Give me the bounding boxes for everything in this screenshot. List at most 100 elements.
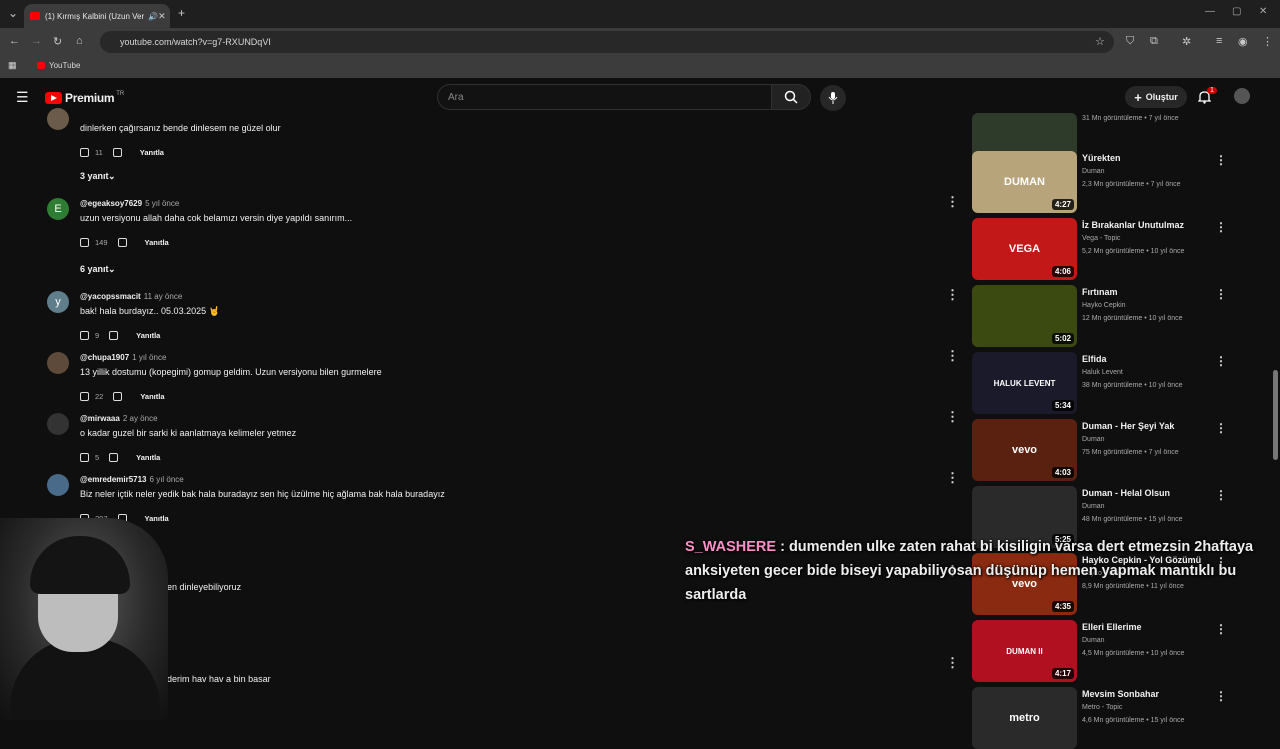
bookmark-star-icon[interactable]: ☆	[1095, 35, 1105, 48]
search-button[interactable]	[771, 84, 811, 110]
like-icon[interactable]	[80, 392, 89, 401]
youtube-logo[interactable]: Premium TR	[45, 91, 124, 105]
reply-button[interactable]: Yanıtla	[136, 453, 160, 462]
comment-avatar[interactable]	[47, 474, 69, 496]
video-thumbnail[interactable]: DUMAN 4:27	[972, 151, 1077, 213]
tab-close-icon[interactable]: ✕	[158, 11, 166, 22]
video-menu-icon[interactable]: ⋮	[1215, 220, 1227, 234]
channel-name[interactable]: Vega - Topic	[1082, 235, 1120, 242]
recommended-video[interactable]: DUMAN II 4:17 Elleri Ellerime Duman 4,5 Mn g…	[972, 620, 1272, 682]
recommended-video[interactable]: HALUK LEVENT 5:34 Elfida Haluk Levent 38 Mn …	[972, 352, 1272, 414]
comment-menu-icon[interactable]: ⋮	[946, 409, 959, 425]
video-thumbnail[interactable]: HALUK LEVENT 5:34	[972, 352, 1077, 414]
video-title[interactable]: Fırtınam	[1082, 287, 1118, 297]
comment-author[interactable]: @chupa1907	[80, 353, 129, 362]
bug-icon[interactable]: ✲	[1182, 35, 1191, 48]
forward-icon[interactable]: →	[31, 35, 42, 47]
video-title[interactable]: Duman - Her Şeyi Yak	[1082, 421, 1174, 431]
minimize-icon[interactable]: —	[1205, 6, 1215, 17]
video-title[interactable]: Elfida	[1082, 354, 1107, 364]
like-icon[interactable]	[80, 238, 89, 247]
video-menu-icon[interactable]: ⋮	[1215, 153, 1227, 167]
comment-time[interactable]: 6 yıl önce	[150, 475, 184, 484]
channel-name[interactable]: Duman	[1082, 637, 1105, 644]
comment-menu-icon[interactable]: ⋮	[946, 287, 959, 303]
audio-icon[interactable]: 🔊	[148, 12, 158, 21]
comment-menu-icon[interactable]: ⋮	[946, 470, 959, 486]
dislike-icon[interactable]	[109, 453, 119, 462]
reply-button[interactable]: Yanıtla	[145, 238, 169, 247]
video-menu-icon[interactable]: ⋮	[1215, 421, 1227, 435]
reply-button[interactable]: Yanıtla	[136, 331, 160, 340]
like-icon[interactable]	[80, 331, 89, 340]
like-icon[interactable]	[80, 453, 89, 462]
search-input[interactable]: Ara	[437, 84, 772, 110]
video-menu-icon[interactable]: ⋮	[1215, 488, 1227, 502]
chevron-down-icon[interactable]: ⌄	[108, 171, 116, 182]
video-menu-icon[interactable]: ⋮	[1215, 287, 1227, 301]
video-title[interactable]: İz Bırakanlar Unutulmaz	[1082, 220, 1184, 230]
channel-name[interactable]: Metro - Topic	[1082, 704, 1122, 711]
new-tab-icon[interactable]: +	[178, 6, 185, 20]
video-thumbnail[interactable]: metro	[972, 687, 1077, 749]
video-title[interactable]: Yürekten	[1082, 153, 1121, 163]
account-avatar[interactable]	[1234, 88, 1250, 104]
comment-author[interactable]: @yacopssmacit	[80, 292, 141, 301]
comment-time[interactable]: 1 yıl önce	[132, 353, 166, 362]
maximize-icon[interactable]: ▢	[1232, 6, 1241, 17]
address-bar[interactable]: youtube.com/watch?v=g7-RXUNDqVI	[100, 31, 1114, 53]
video-menu-icon[interactable]: ⋮	[1215, 354, 1227, 368]
like-icon[interactable]	[80, 148, 89, 157]
reply-button[interactable]: Yanıtla	[145, 514, 169, 523]
voice-search-button[interactable]	[820, 85, 846, 111]
channel-name[interactable]: Hayko Cepkin	[1082, 302, 1126, 309]
comment-avatar[interactable]	[47, 352, 69, 374]
video-title[interactable]: Elleri Ellerime	[1082, 622, 1142, 632]
profile-icon[interactable]: ◉	[1238, 35, 1248, 48]
media-icon[interactable]: ≡	[1216, 35, 1222, 47]
comment-avatar[interactable]	[47, 413, 69, 435]
recommended-video[interactable]: DUMAN 4:27 Yürekten Duman 2,3 Mn görüntüleme…	[972, 151, 1272, 213]
comment-author[interactable]: @mirwaaa	[80, 414, 120, 423]
comment-time[interactable]: 2 ay önce	[123, 414, 158, 423]
hamburger-menu-icon[interactable]: ☰	[16, 89, 29, 106]
recommended-video[interactable]: vevo 4:03 Duman - Her Şeyi Yak Duman 75 Mn g…	[972, 419, 1272, 481]
shield-icon[interactable]: ⛉	[1126, 35, 1134, 48]
bookmark-youtube[interactable]: YouTube	[37, 61, 80, 70]
comment-time[interactable]: 5 yıl önce	[145, 199, 179, 208]
browser-tab[interactable]: (1) Kırmış Kalbini (Uzun Ver 🔊 ✕	[24, 4, 170, 28]
recommended-video[interactable]: VEGA 4:06 İz Bırakanlar Unutulmaz Vega - To…	[972, 218, 1272, 280]
comment-avatar[interactable]: y	[47, 291, 69, 313]
channel-name[interactable]: Haluk Levent	[1082, 369, 1123, 376]
dislike-icon[interactable]	[109, 331, 119, 340]
replies-toggle[interactable]: 6 yanıt	[80, 264, 109, 274]
recommended-video[interactable]: metro Mevsim Sonbahar Metro - Topic 4,6 Mn …	[972, 687, 1272, 749]
reload-icon[interactable]: ↻	[53, 35, 62, 48]
window-close-icon[interactable]: ✕	[1259, 6, 1267, 17]
replies-toggle[interactable]: 3 yanıt	[80, 171, 109, 181]
page-scrollbar[interactable]	[1273, 370, 1278, 460]
dislike-icon[interactable]	[113, 392, 123, 401]
create-button[interactable]: + Oluştur	[1125, 86, 1187, 108]
channel-name[interactable]: Duman	[1082, 503, 1105, 510]
comment-author[interactable]: @emredemir5713	[80, 475, 147, 484]
chevron-down-icon[interactable]: ⌄	[108, 264, 116, 275]
comment-menu-icon[interactable]: ⋮	[946, 194, 959, 210]
back-icon[interactable]: ←	[9, 35, 20, 47]
menu-dots-icon[interactable]: ⋮	[1262, 35, 1273, 48]
home-icon[interactable]: ⌂	[76, 35, 83, 47]
dislike-icon[interactable]	[112, 148, 122, 157]
comment-author[interactable]: @egeaksoy7629	[80, 199, 142, 208]
video-title[interactable]: Duman - Helal Olsun	[1082, 488, 1170, 498]
channel-name[interactable]: Duman	[1082, 168, 1105, 175]
dislike-icon[interactable]	[117, 238, 127, 247]
channel-name[interactable]: Duman	[1082, 436, 1105, 443]
video-thumbnail[interactable]: DUMAN II 4:17	[972, 620, 1077, 682]
comment-menu-icon[interactable]: ⋮	[946, 655, 959, 671]
reply-button[interactable]: Yanıtla	[140, 148, 164, 157]
video-thumbnail[interactable]: 5:02	[972, 285, 1077, 347]
tab-search-icon[interactable]: ⌄	[8, 6, 18, 20]
recommended-video[interactable]: 5:02 Fırtınam Hayko Cepkin 12 Mn görüntülem…	[972, 285, 1272, 347]
video-thumbnail[interactable]: VEGA 4:06	[972, 218, 1077, 280]
comment-time[interactable]: 11 ay önce	[144, 292, 183, 301]
